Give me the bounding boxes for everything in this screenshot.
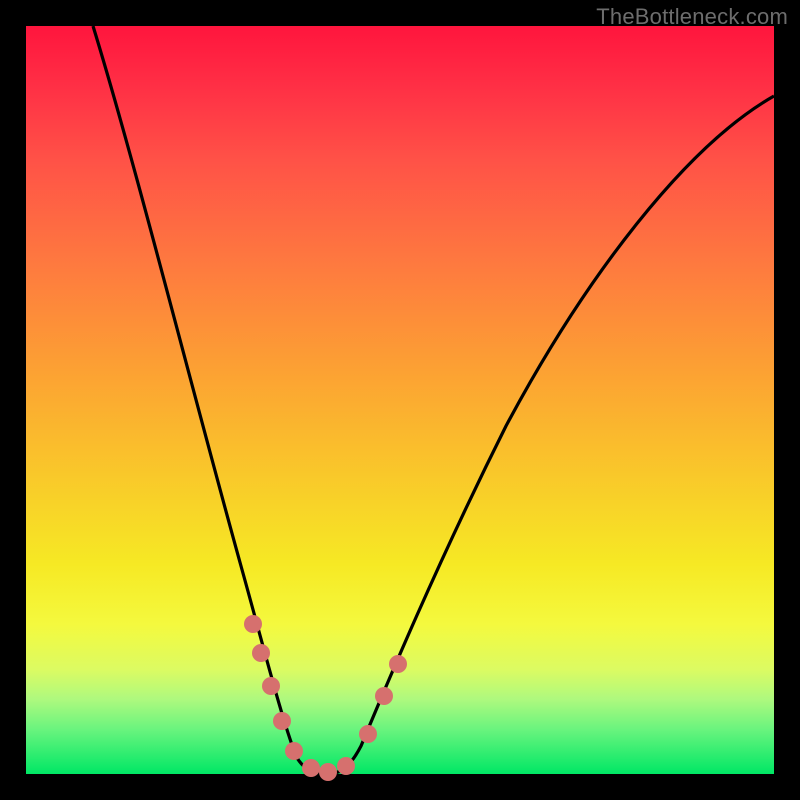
marker-dot xyxy=(252,644,270,662)
marker-dot xyxy=(319,763,337,781)
marker-dot xyxy=(285,742,303,760)
marker-dot xyxy=(262,677,280,695)
marker-dot xyxy=(302,759,320,777)
bottleneck-curve-path xyxy=(93,26,774,774)
marker-dot xyxy=(244,615,262,633)
plot-area xyxy=(26,26,774,774)
watermark-text: TheBottleneck.com xyxy=(596,4,788,30)
chart-frame: TheBottleneck.com xyxy=(0,0,800,800)
marker-dot xyxy=(337,757,355,775)
marker-dot xyxy=(359,725,377,743)
curve-markers xyxy=(244,615,407,781)
marker-dot xyxy=(389,655,407,673)
bottleneck-curve-svg xyxy=(26,26,774,774)
marker-dot xyxy=(375,687,393,705)
marker-dot xyxy=(273,712,291,730)
